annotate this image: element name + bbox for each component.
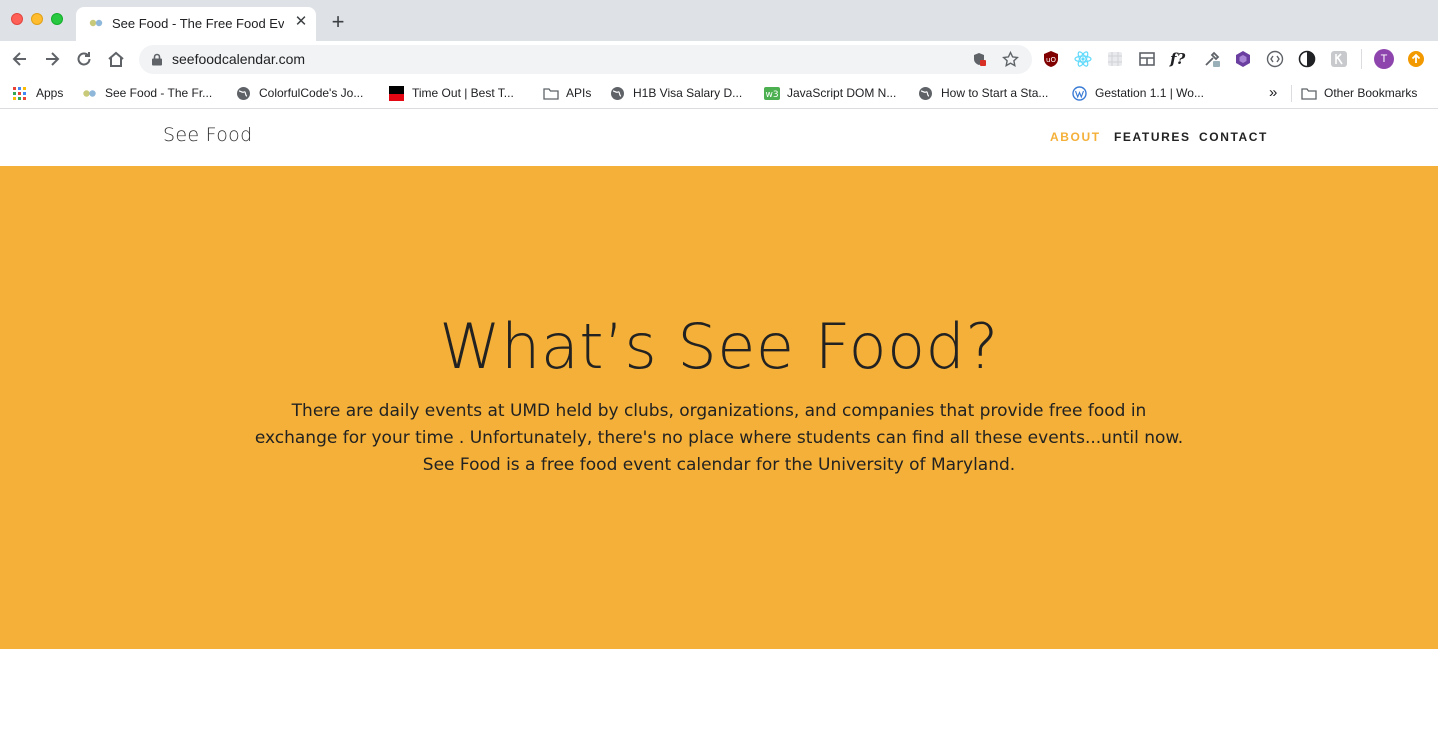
forward-arrow-icon[interactable]: [42, 49, 62, 69]
bookmark-label: How to Start a Sta...: [941, 86, 1049, 100]
tab-title: See Food - The Free Food Event Calendar: [112, 16, 284, 31]
seefood-favicon-icon: [83, 90, 96, 97]
apps-grid-icon: [13, 87, 26, 100]
eyedropper-extension-icon[interactable]: [1203, 50, 1221, 68]
new-tab-button[interactable]: +: [326, 11, 350, 35]
home-icon[interactable]: [106, 49, 126, 69]
bookmarks-divider: [1291, 85, 1292, 102]
tab-strip: See Food - The Free Food Event Calendar …: [0, 0, 1438, 41]
minimize-window-button[interactable]: [31, 13, 43, 25]
seefood-favicon-icon: [89, 19, 103, 27]
globe-icon: [237, 87, 250, 100]
code-brackets-extension-icon[interactable]: [1266, 50, 1284, 68]
wordpress-icon: [1072, 86, 1087, 101]
profile-avatar[interactable]: T: [1374, 49, 1394, 69]
bookmark-label: Time Out | Best T...: [412, 86, 514, 100]
hero-description: There are daily events at UMD held by cl…: [254, 401, 1184, 475]
update-arrow-icon[interactable]: [1407, 50, 1425, 68]
dark-mode-extension-icon[interactable]: [1298, 50, 1316, 68]
address-bar[interactable]: seefoodcalendar.com: [139, 45, 1032, 74]
about-hero-section: What’s See Food? There are daily events …: [0, 166, 1438, 649]
purple-cube-extension-icon[interactable]: [1234, 50, 1252, 68]
browser-tab[interactable]: See Food - The Free Food Event Calendar …: [76, 7, 316, 41]
globe-icon: [611, 87, 624, 100]
bookmark-label: See Food - The Fr...: [105, 86, 213, 100]
site-logo[interactable]: See Food: [163, 124, 252, 146]
bookmark-label: APIs: [566, 86, 592, 100]
svg-text:uO: uO: [1046, 56, 1056, 64]
w3-favicon-icon: w3: [764, 87, 780, 100]
grid-extension-icon[interactable]: [1106, 50, 1124, 68]
back-arrow-icon[interactable]: [10, 49, 30, 69]
lock-icon: [152, 53, 162, 66]
reload-icon[interactable]: [74, 49, 94, 69]
folder-icon: [543, 88, 559, 100]
gray-tile-extension-icon[interactable]: [1330, 50, 1348, 68]
tracking-shield-icon[interactable]: [971, 51, 988, 68]
nav-link-features[interactable]: FEATURES: [1114, 130, 1191, 144]
folder-icon: [1301, 88, 1317, 100]
tab-close-icon[interactable]: ✕: [292, 13, 310, 31]
url-text: seefoodcalendar.com: [172, 51, 306, 67]
browser-toolbar: seefoodcalendar.com uO f? T: [0, 41, 1438, 77]
site-header: See Food ABOUT FEATURES CONTACT: [0, 110, 1438, 166]
react-devtools-icon[interactable]: [1074, 50, 1092, 68]
bookmarks-overflow-chevron-icon[interactable]: »: [1269, 84, 1277, 102]
bookmark-label: Other Bookmarks: [1324, 86, 1418, 100]
nav-link-about[interactable]: ABOUT: [1050, 130, 1101, 144]
bookmark-label: Apps: [36, 86, 64, 100]
bookmark-label: ColorfulCode's Jo...: [259, 86, 364, 100]
timeout-favicon-icon: [389, 86, 404, 101]
layout-extension-icon[interactable]: [1138, 50, 1156, 68]
bookmark-label: JavaScript DOM N...: [787, 86, 897, 100]
whatfont-extension-icon[interactable]: f?: [1170, 50, 1188, 68]
svg-text:w3: w3: [765, 90, 778, 100]
bookmark-star-icon[interactable]: [1002, 51, 1019, 68]
bookmark-label: Gestation 1.1 | Wo...: [1095, 86, 1204, 100]
ublock-extension-icon[interactable]: uO: [1042, 50, 1060, 68]
toolbar-divider: [1361, 49, 1362, 69]
maximize-window-button[interactable]: [51, 13, 63, 25]
bookmarks-bar: Apps See Food - The Fr... ColorfulCode's…: [0, 77, 1438, 109]
bookmark-label: H1B Visa Salary D...: [633, 86, 743, 100]
globe-icon: [919, 87, 932, 100]
close-window-button[interactable]: [11, 13, 23, 25]
hero-title: What’s See Food?: [439, 310, 999, 383]
nav-link-contact[interactable]: CONTACT: [1199, 130, 1268, 144]
